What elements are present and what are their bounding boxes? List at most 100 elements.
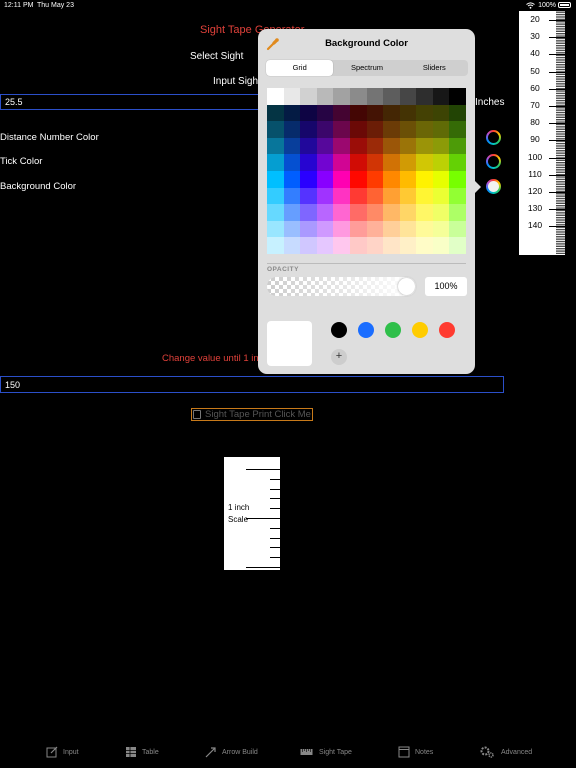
- color-cell[interactable]: [349, 204, 367, 221]
- favorite-color-black[interactable]: [331, 322, 347, 338]
- color-cell[interactable]: [283, 204, 301, 221]
- favorite-color-blue[interactable]: [358, 322, 374, 338]
- color-cell[interactable]: [283, 88, 301, 105]
- color-cell[interactable]: [449, 220, 466, 238]
- color-cell[interactable]: [333, 204, 350, 221]
- color-cell[interactable]: [283, 137, 301, 155]
- color-cell[interactable]: [300, 154, 317, 171]
- color-cell[interactable]: [300, 121, 317, 138]
- tab-grid[interactable]: Grid: [266, 60, 334, 76]
- color-cell[interactable]: [383, 237, 400, 254]
- scale-input[interactable]: [0, 376, 504, 393]
- color-cell[interactable]: [333, 171, 350, 188]
- color-cell[interactable]: [267, 237, 284, 254]
- color-cell[interactable]: [383, 154, 400, 171]
- color-cell[interactable]: [316, 187, 334, 205]
- color-cell[interactable]: [300, 204, 317, 221]
- color-cell[interactable]: [333, 154, 350, 171]
- color-cell[interactable]: [432, 220, 450, 238]
- distance-number-color-well[interactable]: [486, 130, 501, 145]
- color-cell[interactable]: [416, 171, 433, 188]
- color-cell[interactable]: [383, 104, 400, 122]
- color-cell[interactable]: [283, 154, 301, 171]
- color-cell[interactable]: [316, 137, 334, 155]
- color-cell[interactable]: [383, 204, 400, 221]
- color-cell[interactable]: [349, 104, 367, 122]
- color-cell[interactable]: [316, 171, 334, 188]
- color-cell[interactable]: [416, 237, 433, 254]
- color-cell[interactable]: [432, 204, 450, 221]
- color-cell[interactable]: [416, 137, 433, 155]
- color-cell[interactable]: [300, 104, 317, 122]
- color-cell[interactable]: [399, 154, 417, 171]
- color-cell[interactable]: [333, 220, 350, 238]
- tab-sliders[interactable]: Sliders: [401, 60, 468, 76]
- color-cell[interactable]: [449, 121, 466, 138]
- color-cell[interactable]: [383, 88, 400, 105]
- color-cell[interactable]: [267, 187, 284, 205]
- color-cell[interactable]: [349, 187, 367, 205]
- select-sight-button[interactable]: Select Sight: [190, 51, 243, 62]
- color-cell[interactable]: [432, 104, 450, 122]
- color-cell[interactable]: [366, 171, 384, 188]
- color-cell[interactable]: [267, 104, 284, 122]
- color-cell[interactable]: [432, 137, 450, 155]
- color-cell[interactable]: [383, 137, 400, 155]
- color-cell[interactable]: [283, 171, 301, 188]
- color-cell[interactable]: [316, 154, 334, 171]
- color-cell[interactable]: [333, 187, 350, 205]
- color-cell[interactable]: [416, 204, 433, 221]
- color-cell[interactable]: [349, 121, 367, 138]
- color-cell[interactable]: [449, 187, 466, 205]
- favorite-color-green[interactable]: [385, 322, 401, 338]
- color-cell[interactable]: [283, 121, 301, 138]
- color-cell[interactable]: [416, 154, 433, 171]
- favorite-color-red[interactable]: [439, 322, 455, 338]
- color-cell[interactable]: [449, 137, 466, 155]
- color-cell[interactable]: [349, 171, 367, 188]
- color-cell[interactable]: [349, 137, 367, 155]
- color-cell[interactable]: [333, 121, 350, 138]
- color-cell[interactable]: [432, 121, 450, 138]
- color-cell[interactable]: [300, 220, 317, 238]
- color-cell[interactable]: [366, 187, 384, 205]
- color-cell[interactable]: [399, 220, 417, 238]
- color-cell[interactable]: [283, 237, 301, 254]
- color-cell[interactable]: [399, 104, 417, 122]
- color-cell[interactable]: [366, 104, 384, 122]
- tab-notes[interactable]: Notes: [398, 746, 433, 758]
- color-cell[interactable]: [366, 137, 384, 155]
- color-cell[interactable]: [432, 154, 450, 171]
- color-cell[interactable]: [349, 237, 367, 254]
- color-cell[interactable]: [416, 121, 433, 138]
- tab-advanced[interactable]: Advanced: [478, 746, 532, 758]
- color-cell[interactable]: [416, 220, 433, 238]
- color-cell[interactable]: [399, 137, 417, 155]
- color-cell[interactable]: [366, 88, 384, 105]
- color-cell[interactable]: [432, 187, 450, 205]
- color-cell[interactable]: [267, 154, 284, 171]
- color-cell[interactable]: [449, 237, 466, 254]
- color-cell[interactable]: [399, 187, 417, 205]
- tab-table[interactable]: Table: [125, 746, 159, 758]
- color-cell[interactable]: [449, 204, 466, 221]
- color-cell[interactable]: [283, 187, 301, 205]
- color-cell[interactable]: [316, 88, 334, 105]
- color-cell[interactable]: [383, 121, 400, 138]
- color-cell[interactable]: [333, 237, 350, 254]
- color-cell[interactable]: [349, 220, 367, 238]
- color-cell[interactable]: [399, 204, 417, 221]
- color-cell[interactable]: [267, 220, 284, 238]
- color-cell[interactable]: [349, 88, 367, 105]
- color-cell[interactable]: [432, 171, 450, 188]
- color-cell[interactable]: [399, 171, 417, 188]
- color-cell[interactable]: [267, 204, 284, 221]
- color-cell[interactable]: [432, 237, 450, 254]
- color-cell[interactable]: [316, 121, 334, 138]
- color-cell[interactable]: [349, 154, 367, 171]
- color-cell[interactable]: [416, 187, 433, 205]
- opacity-value-field[interactable]: 100%: [425, 277, 467, 296]
- color-cell[interactable]: [383, 220, 400, 238]
- add-favorite-button[interactable]: +: [331, 349, 347, 365]
- color-cell[interactable]: [383, 187, 400, 205]
